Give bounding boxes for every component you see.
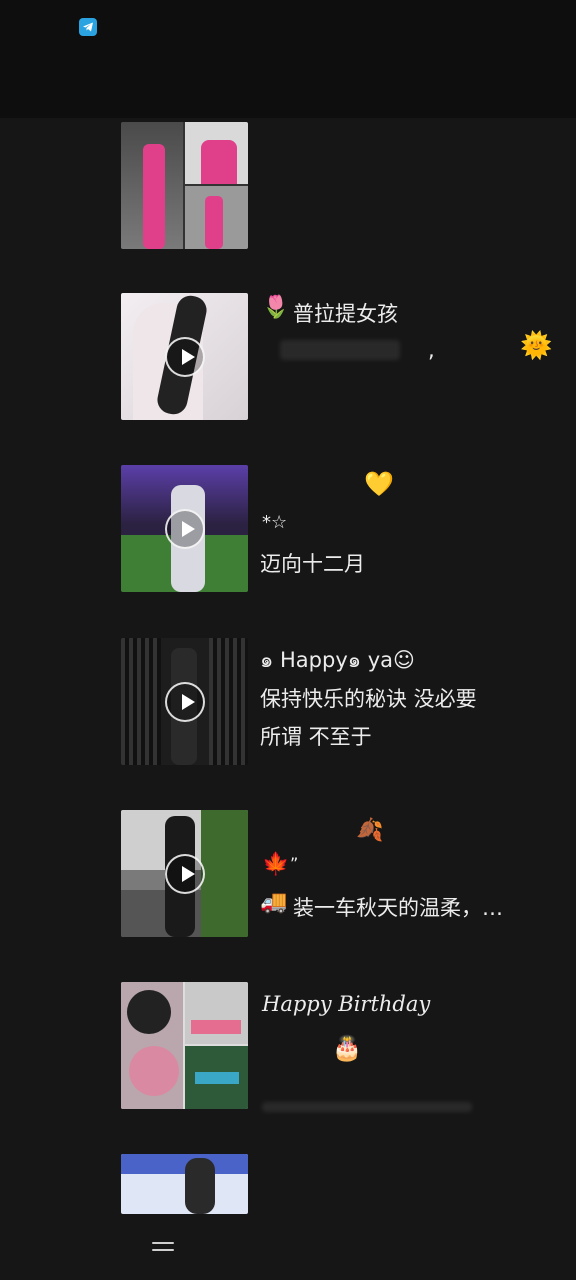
video-thumbnail[interactable] xyxy=(121,810,248,937)
video-thumbnail[interactable] xyxy=(121,1154,248,1214)
post-caption: 普拉提女孩 xyxy=(293,302,398,326)
fallen-leaf-icon: 🍂 xyxy=(356,818,384,843)
truck-icon: 🚚 xyxy=(260,890,288,915)
yellow-heart-icon: 💛 xyxy=(364,470,394,498)
post-caption-quote: ” xyxy=(290,854,299,873)
status-bar xyxy=(0,0,576,118)
tulip-icon: 🌷 xyxy=(262,295,290,320)
video-thumbnail[interactable] xyxy=(121,465,248,592)
blurred-text xyxy=(280,340,400,360)
play-icon[interactable] xyxy=(164,508,205,549)
post-title: ๑ Happy๑ ya☺ xyxy=(260,648,415,672)
play-icon[interactable] xyxy=(164,853,205,894)
image-grid-thumbnail[interactable] xyxy=(121,982,248,1109)
post-caption-line2: 所谓 不至于 xyxy=(260,725,372,749)
video-thumbnail[interactable] xyxy=(121,293,248,420)
post-caption-comma: , xyxy=(428,338,435,362)
image-grid-thumbnail[interactable] xyxy=(121,122,248,249)
video-thumbnail[interactable] xyxy=(121,638,248,765)
play-icon[interactable] xyxy=(164,336,205,377)
post-caption: 装一车秋天的温柔，… xyxy=(293,896,503,920)
sun-with-face-icon: 🌞 xyxy=(520,331,553,361)
birthday-cake-icon: 🎂 xyxy=(332,1034,362,1062)
post-caption-symbol: *☆ xyxy=(262,512,288,533)
post-caption: 迈向十二月 xyxy=(260,552,365,576)
clipped-text xyxy=(262,1102,472,1112)
play-icon[interactable] xyxy=(164,681,205,722)
nav-menu-icon[interactable] xyxy=(152,1242,174,1256)
moments-feed[interactable]: 🌷 普拉提女孩 , 🌞 💛 *☆ 迈向十二月 ๑ Happy๑ ya☺ 保持快乐… xyxy=(0,118,576,1280)
telegram-icon[interactable] xyxy=(79,18,97,36)
post-title: Happy Birthday xyxy=(262,992,431,1016)
maple-leaf-icon: 🍁 xyxy=(262,852,290,877)
post-caption: 保持快乐的秘诀 没必要 xyxy=(260,687,477,711)
